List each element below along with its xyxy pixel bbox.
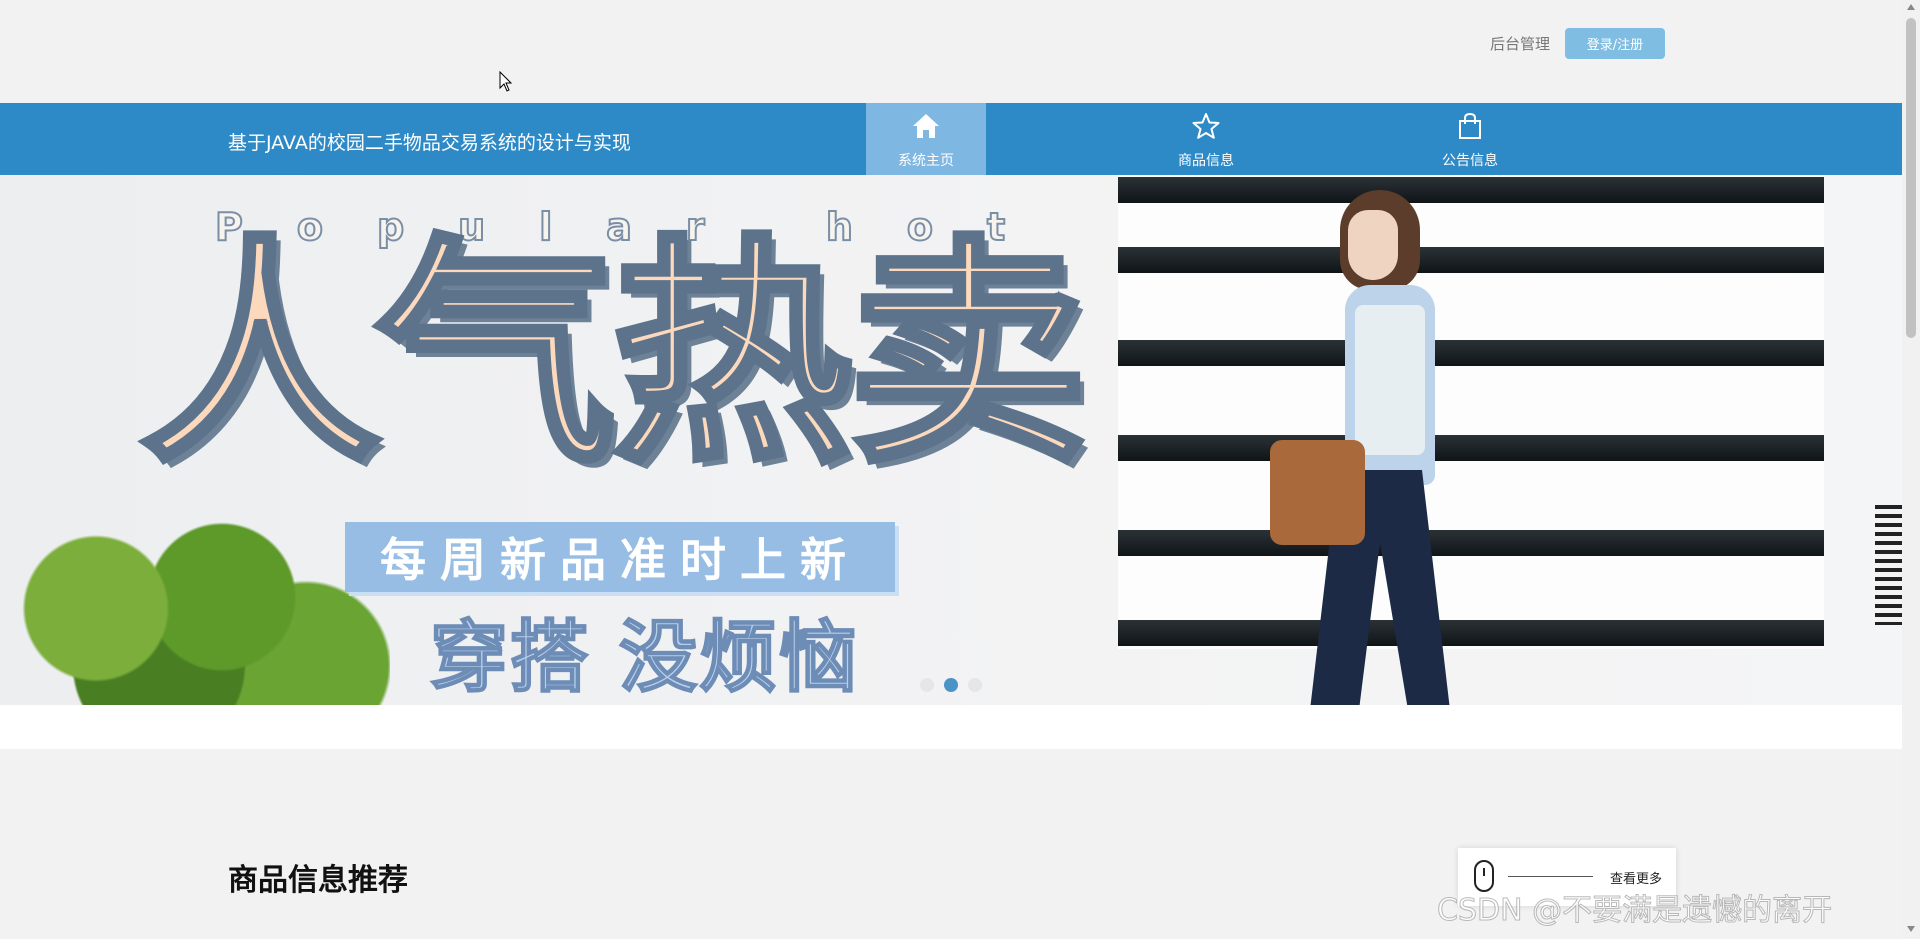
section-title: 商品信息推荐: [228, 863, 408, 898]
nav-item-label: 商品信息: [1178, 153, 1234, 169]
hero-banner[interactable]: Popular hot 人气热卖 每周新品准时上新 穿搭 没烦恼: [0, 175, 1902, 705]
nav-item-notices[interactable]: 公告信息: [1410, 103, 1530, 175]
scroll-thumb[interactable]: [1906, 18, 1916, 338]
banner-headline-cn: 人气热卖: [137, 215, 1091, 495]
site-title: 基于JAVA的校园二手物品交易系统的设计与实现: [228, 132, 631, 154]
login-register-button[interactable]: 登录/注册: [1565, 28, 1665, 59]
banner-slogan: 穿搭 没烦恼: [429, 612, 860, 704]
mouse-cursor-icon: [499, 71, 513, 92]
shopping-bag-icon: [1459, 112, 1481, 139]
divider-line: [1508, 876, 1593, 877]
star-icon: [1192, 113, 1220, 139]
banner-tag: 每周新品准时上新: [345, 522, 895, 592]
banner-model-image: [1270, 190, 1590, 705]
nav-item-label: 系统主页: [898, 153, 954, 169]
page-scrollbar[interactable]: [1902, 0, 1920, 939]
nav-item-products[interactable]: 商品信息: [1146, 103, 1266, 175]
carousel-dots: [920, 678, 982, 692]
carousel-dot-active[interactable]: [944, 678, 958, 692]
carousel-dot[interactable]: [968, 678, 982, 692]
banner-footer-strip: [0, 705, 1902, 749]
scroll-down-icon[interactable]: [1907, 926, 1915, 932]
admin-link[interactable]: 后台管理: [1490, 33, 1550, 54]
main-navbar: 基于JAVA的校园二手物品交易系统的设计与实现 系统主页 商品信息 公告信息: [0, 103, 1902, 175]
top-bar: 后台管理 登录/注册: [0, 0, 1902, 103]
nav-item-label: 公告信息: [1442, 153, 1498, 169]
watermark: CSDN @不要满是遗憾的离开: [1436, 893, 1833, 929]
home-icon: [913, 114, 939, 138]
scroll-up-icon[interactable]: [1907, 4, 1915, 10]
carousel-dot[interactable]: [920, 678, 934, 692]
banner-edge-decoration: [1875, 505, 1902, 625]
banner-bush-image: [0, 505, 390, 705]
nav-item-home[interactable]: 系统主页: [866, 103, 986, 175]
